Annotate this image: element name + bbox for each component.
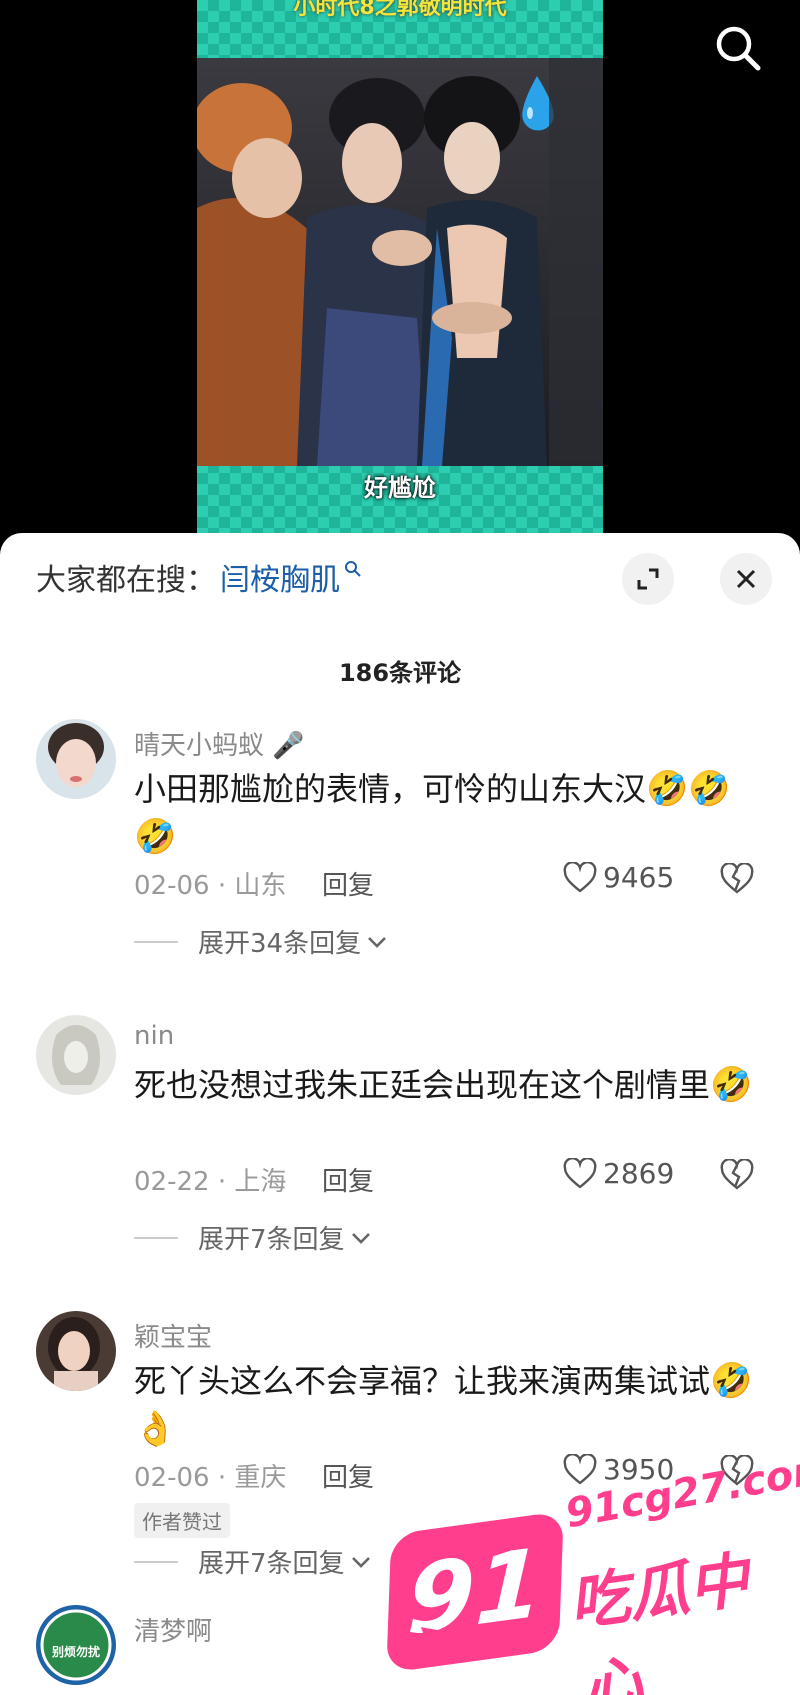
reply-button[interactable]: 回复	[322, 1161, 374, 1198]
video-scene-image	[197, 58, 603, 466]
like-button[interactable]: 2869	[563, 1157, 674, 1190]
comment-item: 晴天小蚂蚁 🎤 小田那尴尬的表情，可怜的山东大汉🤣🤣🤣 02-06 · 山东 回…	[0, 719, 800, 1009]
comment-date-location: 02-22 · 上海	[134, 1167, 287, 1197]
username[interactable]: nin	[134, 1021, 174, 1051]
emoji: 🤣	[710, 1065, 753, 1105]
heart-icon	[563, 1157, 597, 1189]
comment-text-body: 小田那尴尬的表情，可怜的山东大汉	[134, 770, 647, 808]
comment-text: 死也没想过我朱正廷会出现在这个剧情里🤣	[134, 1061, 754, 1109]
chevron-down-icon	[368, 936, 387, 948]
comment-text-body: 死丫头这么不会享福？让我来演两集试试	[134, 1362, 711, 1400]
video-frame: 小时代8之郭敬明时代 好尴尬	[197, 0, 603, 535]
expand-replies-button[interactable]: 展开34条回复	[134, 923, 387, 960]
avatar[interactable]	[36, 1015, 116, 1095]
watermark-url: 91cg27.com	[562, 1444, 800, 1538]
author-liked-badge: 作者赞过	[134, 1503, 230, 1538]
avatar[interactable]: 别烦勿扰	[36, 1605, 116, 1685]
broken-heart-icon	[720, 862, 754, 894]
dislike-button[interactable]	[720, 1158, 754, 1195]
broken-heart-icon	[720, 1158, 754, 1190]
expand-replies-button[interactable]: 展开7条回复	[134, 1219, 371, 1256]
watermark-name: 吃瓜中心	[564, 1545, 753, 1695]
username[interactable]: 颖宝宝	[134, 1317, 212, 1354]
comment-text: 小田那尴尬的表情，可怜的山东大汉🤣🤣🤣	[134, 765, 754, 861]
search-button[interactable]	[712, 22, 764, 74]
comment-item: nin 死也没想过我朱正廷会出现在这个剧情里🤣 02-22 · 上海 回复 28…	[0, 1015, 800, 1295]
trending-keyword[interactable]: 闫桉胸肌	[220, 555, 340, 599]
trending-search[interactable]: 大家都在搜： 闫桉胸肌	[36, 555, 362, 599]
comment-date-location: 02-06 · 山东	[134, 871, 287, 901]
search-icon	[716, 26, 761, 71]
reply-button[interactable]: 回复	[322, 1457, 374, 1494]
microphone-icon: 🎤	[272, 731, 305, 761]
expand-replies-label: 展开7条回复	[198, 1225, 345, 1255]
divider-line	[134, 1236, 178, 1239]
divider-line	[134, 1560, 178, 1563]
close-icon	[736, 569, 756, 589]
divider-line	[134, 940, 178, 943]
expand-icon	[637, 568, 659, 590]
close-button[interactable]	[720, 553, 772, 605]
expand-replies-button[interactable]: 展开7条回复	[134, 1543, 371, 1580]
video-top-caption: 小时代8之郭敬明时代	[293, 0, 507, 20]
username[interactable]: 晴天小蚂蚁 🎤	[134, 725, 305, 762]
username-text: 晴天小蚂蚁	[134, 731, 265, 761]
dislike-button[interactable]	[720, 862, 754, 899]
video-caption: 好尴尬	[364, 474, 436, 502]
watermark-badge: 91	[386, 1510, 564, 1674]
watermark-badge-tail	[415, 1627, 457, 1663]
expand-button[interactable]	[622, 553, 674, 605]
video-player[interactable]: 小时代8之郭敬明时代 好尴尬	[0, 0, 800, 540]
watermark-logo: 91cg27.com 91 吃瓜中心	[378, 1430, 800, 1695]
chevron-down-icon	[351, 1232, 370, 1244]
expand-replies-label: 展开7条回复	[198, 1549, 345, 1579]
search-icon	[345, 561, 361, 577]
like-count: 9465	[603, 861, 675, 894]
comment-text-body: 死也没想过我朱正廷会出现在这个剧情里	[134, 1066, 711, 1104]
comment-count: 186条评论	[338, 659, 462, 687]
like-count: 2869	[603, 1157, 675, 1190]
username[interactable]: 清梦啊	[134, 1611, 212, 1648]
like-button[interactable]: 9465	[563, 861, 674, 894]
reply-button[interactable]: 回复	[322, 865, 374, 902]
comment-date-location: 02-06 · 重庆	[134, 1463, 287, 1493]
expand-replies-label: 展开34条回复	[198, 929, 362, 959]
chevron-down-icon	[351, 1556, 370, 1568]
avatar[interactable]	[36, 1311, 116, 1391]
avatar-text: 别烦勿扰	[51, 1645, 100, 1659]
heart-icon	[563, 861, 597, 893]
avatar[interactable]	[36, 719, 116, 799]
trending-prefix: 大家都在搜：	[36, 563, 216, 598]
